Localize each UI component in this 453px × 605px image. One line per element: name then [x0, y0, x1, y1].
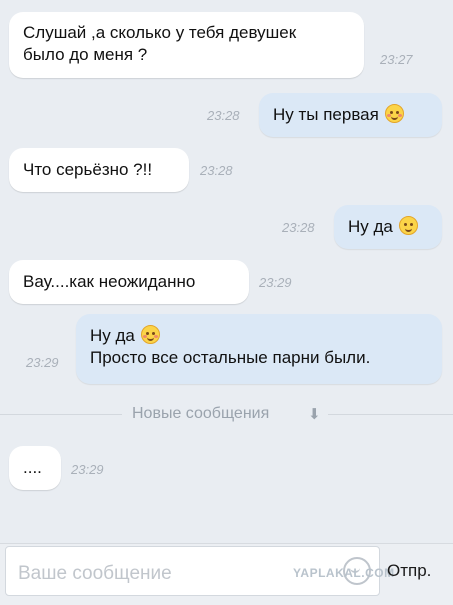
message-time: 23:27 [380, 52, 413, 67]
message-bubble-outgoing[interactable]: Ну да Просто все остальные парни были. [76, 314, 442, 384]
message-text: Просто все остальные парни были. [90, 348, 371, 367]
message-text: Ну ты первая [273, 105, 379, 124]
new-messages-label: Новые сообщения [132, 405, 270, 422]
message-time: 23:29 [26, 355, 59, 370]
divider-line-left [0, 414, 122, 415]
smiling-blush-emoji-icon [140, 325, 160, 344]
message-text: Ну да [348, 217, 393, 236]
message-composer: Ваше сообщение YAPLAKAL.COM Отпр. [0, 543, 453, 605]
message-text: было до меня ? [23, 45, 148, 64]
message-bubble-outgoing[interactable]: Ну ты первая [259, 93, 442, 137]
message-bubble-incoming[interactable]: Вау....как неожиданно [9, 260, 249, 304]
message-text: Вау....как неожиданно [23, 272, 196, 291]
message-bubble-incoming[interactable]: .... [9, 446, 61, 490]
message-bubble-incoming[interactable]: Что серьёзно ?!! [9, 148, 189, 192]
message-bubble-incoming[interactable]: Слушай ,а сколько у тебя девушек было до… [9, 12, 364, 78]
divider-line-right [328, 414, 453, 415]
message-time: 23:28 [282, 220, 315, 235]
message-bubble-outgoing[interactable]: Ну да [334, 205, 442, 249]
send-button[interactable]: Отпр. [387, 561, 431, 581]
message-text: Слушай ,а сколько у тебя девушек [23, 23, 297, 42]
chat-area: Слушай ,а сколько у тебя девушек было до… [0, 0, 453, 543]
smiling-blush-emoji-icon [384, 104, 404, 123]
message-time: 23:28 [200, 163, 233, 178]
message-text: Что серьёзно ?!! [23, 160, 153, 179]
message-time: 23:29 [71, 462, 104, 477]
arrow-down-icon: ⬇ [308, 406, 321, 423]
new-messages-divider: Новые сообщения ⬇ [0, 403, 453, 427]
message-time: 23:28 [207, 108, 240, 123]
watermark-text: YAPLAKAL.COM [293, 566, 395, 580]
message-input-placeholder: Ваше сообщение [18, 563, 172, 584]
message-text: .... [23, 458, 42, 477]
message-time: 23:29 [259, 275, 292, 290]
message-text: Ну да [90, 326, 135, 345]
smile-emoji-icon [398, 216, 418, 235]
